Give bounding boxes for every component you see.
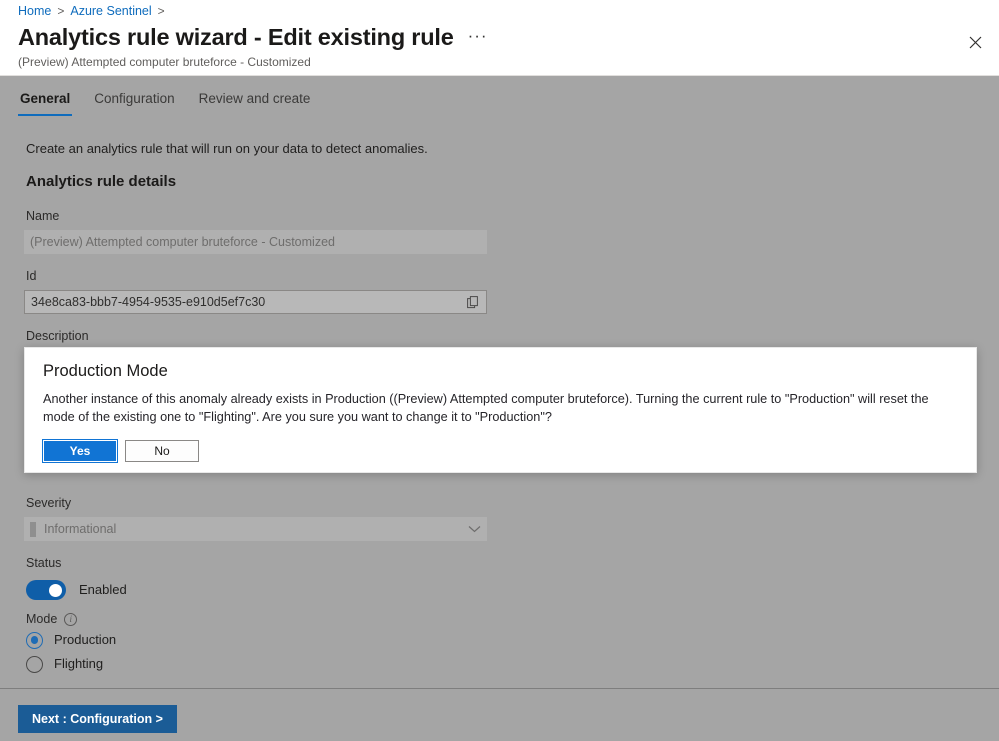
mode-option-production[interactable]: Production [26, 631, 116, 649]
footer-divider [0, 688, 999, 689]
name-label: Name [26, 208, 59, 224]
breadcrumb-item-home[interactable]: Home [18, 2, 51, 20]
section-title-analytics-rule-details: Analytics rule details [26, 172, 176, 192]
tab-configuration[interactable]: Configuration [82, 90, 186, 116]
mode-option-flighting-label: Flighting [54, 655, 103, 673]
page-subtitle: (Preview) Attempted computer bruteforce … [18, 54, 311, 70]
radio-production-icon [26, 632, 43, 649]
dialog-yes-button[interactable]: Yes [43, 440, 117, 462]
severity-value: Informational [44, 521, 116, 537]
breadcrumb: Home > Azure Sentinel > [18, 2, 165, 20]
title-row: Analytics rule wizard - Edit existing ru… [18, 22, 491, 52]
mode-label: Mode [26, 611, 57, 627]
mode-option-production-label: Production [54, 631, 116, 649]
dialog-message: Another instance of this anomaly already… [43, 391, 963, 426]
status-toggle[interactable] [26, 580, 66, 600]
severity-label: Severity [26, 495, 71, 511]
next-configuration-button[interactable]: Next : Configuration > [18, 705, 177, 733]
toggle-knob [49, 584, 62, 597]
copy-icon [467, 296, 480, 309]
chevron-down-icon [468, 525, 481, 533]
intro-text: Create an analytics rule that will run o… [26, 140, 428, 158]
production-mode-dialog: Production Mode Another instance of this… [24, 347, 977, 473]
page-header: Home > Azure Sentinel > Analytics rule w… [0, 0, 999, 76]
description-label: Description [26, 328, 89, 344]
dialog-no-button[interactable]: No [125, 440, 199, 462]
copy-button[interactable] [467, 296, 480, 309]
dialog-title: Production Mode [43, 360, 168, 382]
mode-label-row: Mode i [26, 611, 77, 627]
wizard-tabs: General Configuration Review and create [8, 80, 322, 116]
id-value: 34e8ca83-bbb7-4954-9535-e910d5ef7c30 [31, 294, 265, 310]
tab-review-and-create[interactable]: Review and create [187, 90, 323, 116]
more-options-icon[interactable]: ··· [465, 28, 491, 50]
page-title: Analytics rule wizard - Edit existing ru… [18, 22, 454, 52]
status-value: Enabled [79, 581, 127, 599]
breadcrumb-item-azure-sentinel[interactable]: Azure Sentinel [70, 2, 151, 20]
id-input[interactable]: 34e8ca83-bbb7-4954-9535-e910d5ef7c30 [24, 290, 487, 314]
name-input[interactable]: (Preview) Attempted computer bruteforce … [24, 230, 487, 254]
breadcrumb-separator-icon: > [158, 2, 165, 20]
status-toggle-row: Enabled [26, 580, 127, 600]
info-icon[interactable]: i [64, 613, 77, 626]
id-label: Id [26, 268, 36, 284]
breadcrumb-separator-icon: > [57, 2, 64, 20]
close-button[interactable] [959, 26, 991, 58]
severity-dropdown[interactable]: Informational [24, 517, 487, 541]
dialog-actions: Yes No [43, 440, 199, 462]
close-icon [969, 36, 982, 49]
tab-general[interactable]: General [8, 90, 82, 116]
severity-color-swatch [30, 522, 36, 537]
radio-flighting-icon [26, 656, 43, 673]
status-label: Status [26, 555, 61, 571]
mode-option-flighting[interactable]: Flighting [26, 655, 103, 673]
name-value: (Preview) Attempted computer bruteforce … [30, 234, 335, 250]
